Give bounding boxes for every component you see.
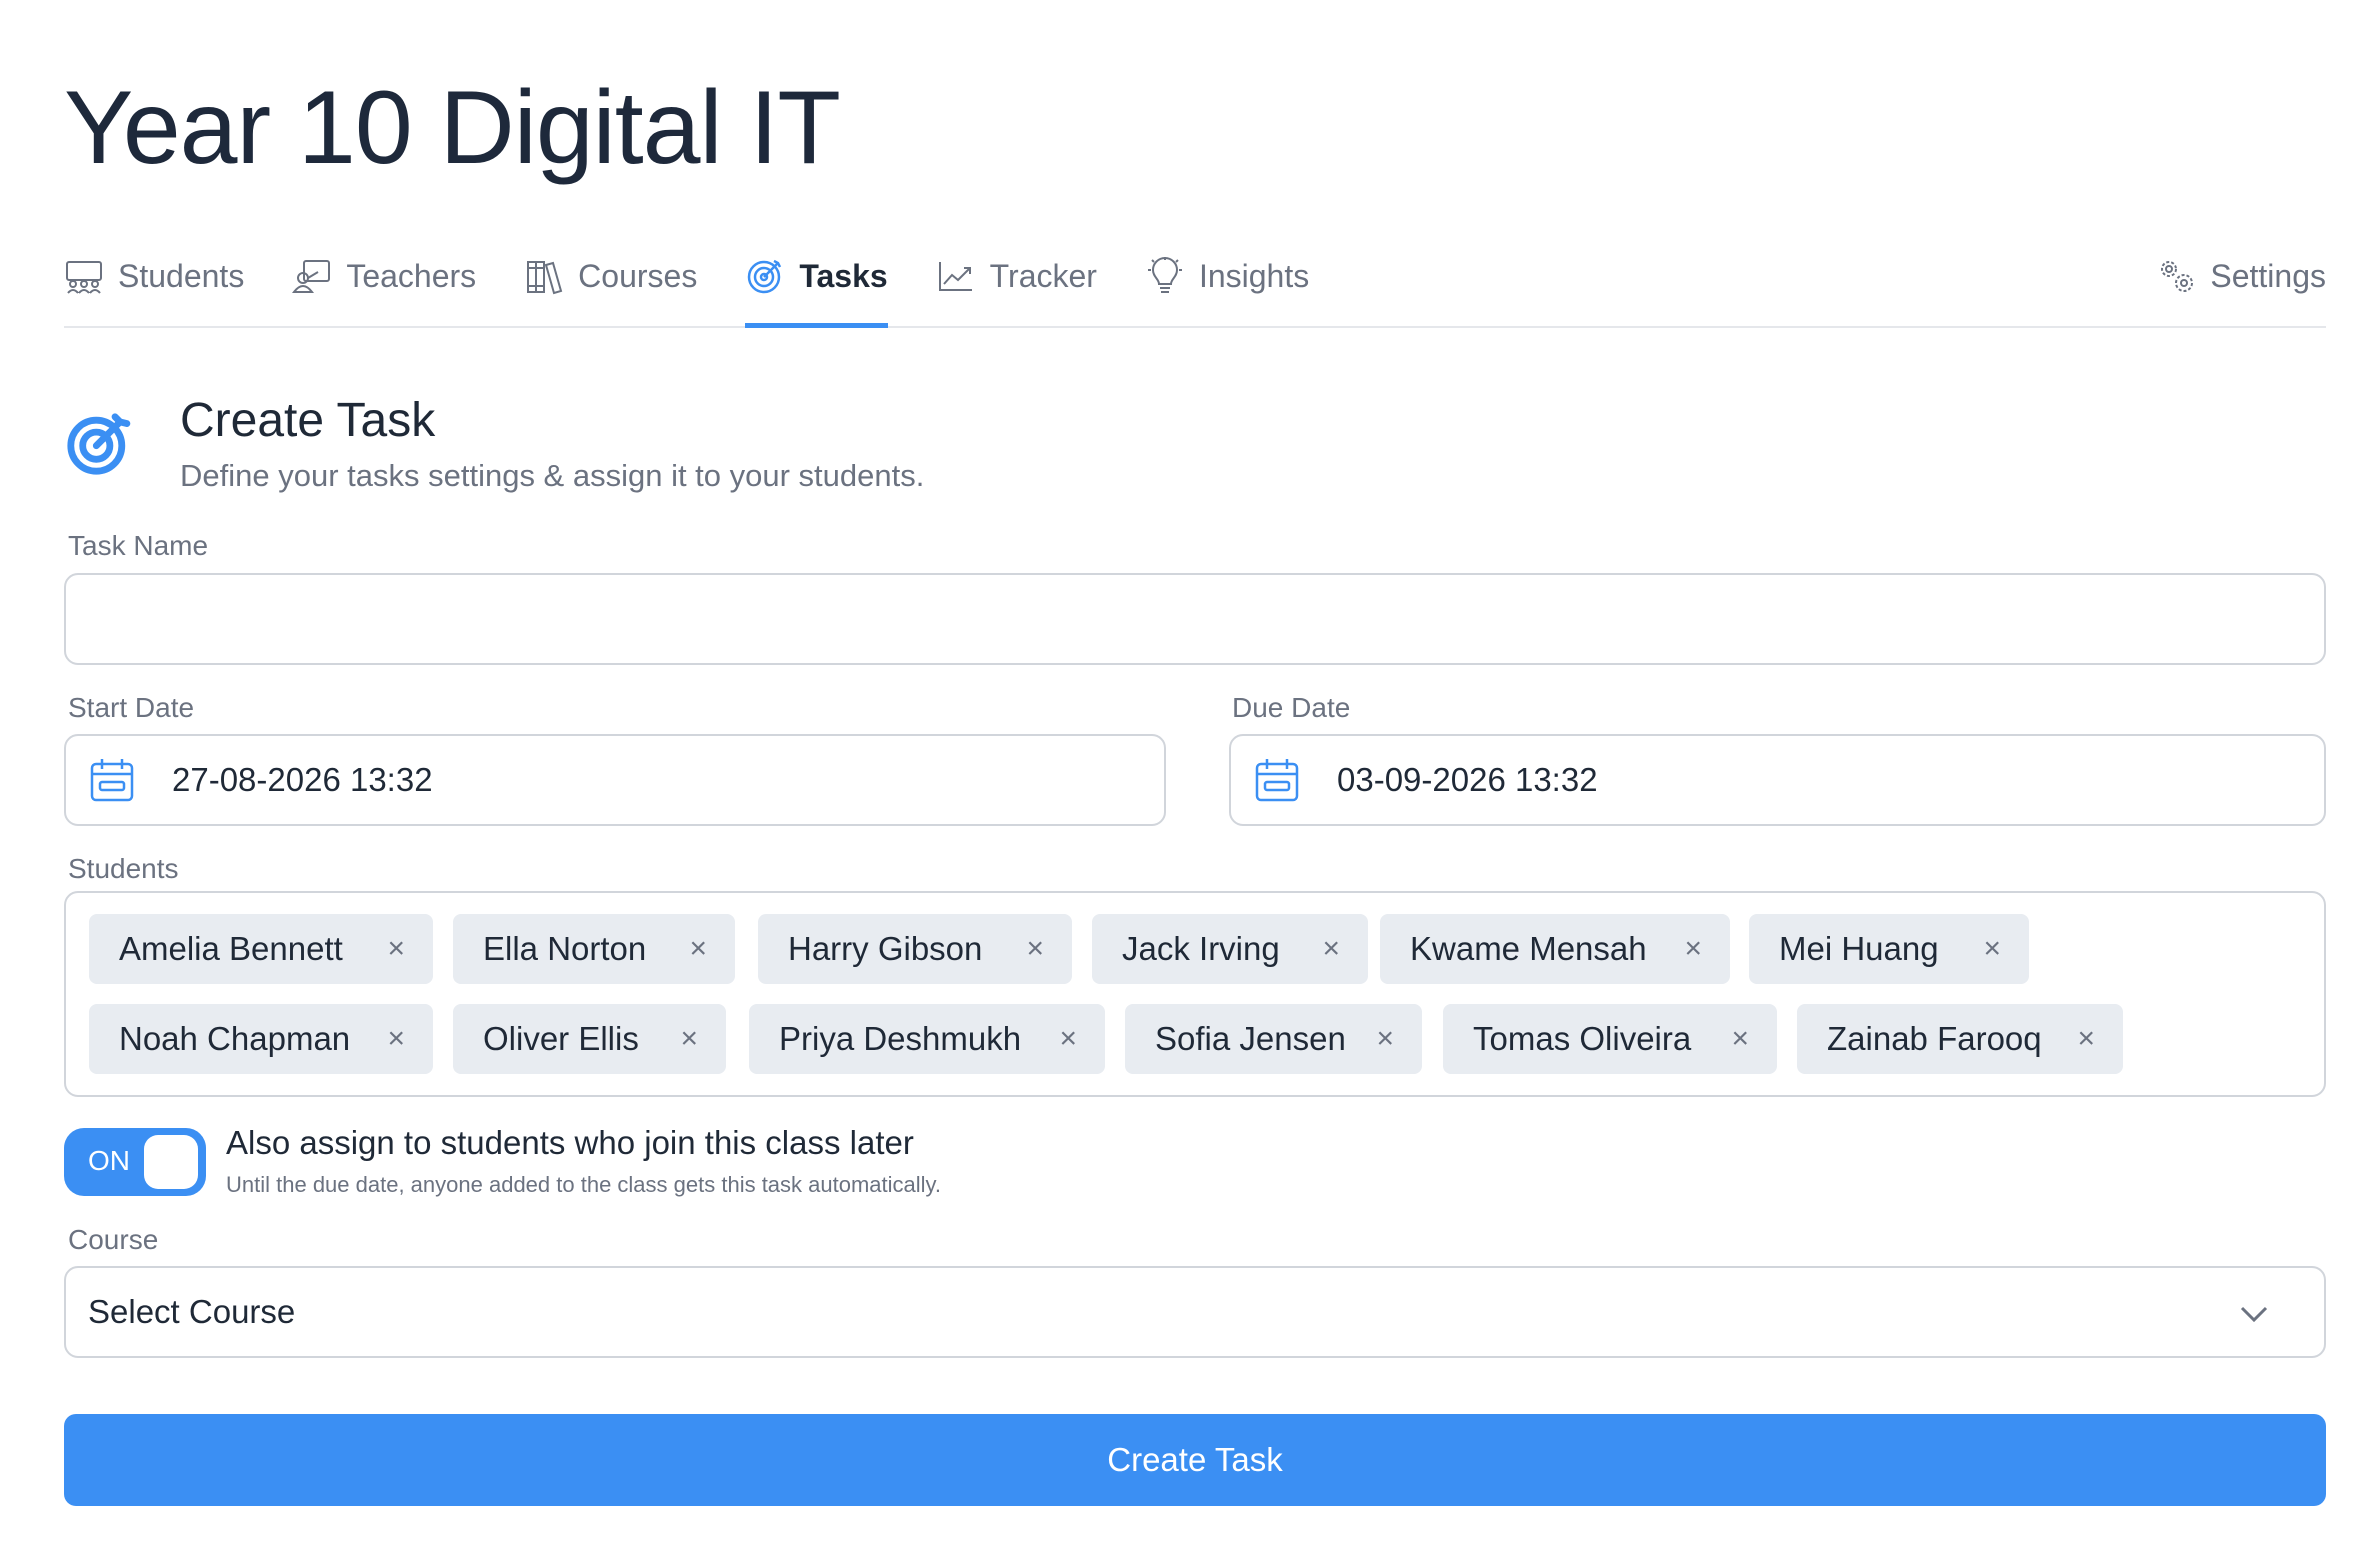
due-date-label: Due Date — [1232, 692, 1351, 723]
student-chip: Zainab Farooq × — [1797, 1004, 2123, 1074]
tab-settings[interactable]: Settings — [2156, 248, 2326, 326]
remove-chip-button[interactable]: × — [680, 1022, 698, 1056]
remove-chip-button[interactable]: × — [1983, 932, 2001, 966]
tab-tracker[interactable]: Tracker — [936, 248, 1097, 326]
form-header: Create Task Define your tasks settings &… — [64, 392, 924, 494]
tab-label: Teachers — [346, 257, 477, 294]
student-chip: Ella Norton × — [453, 914, 735, 984]
student-chip: Kwame Mensah × — [1380, 914, 1730, 984]
tab-courses[interactable]: Courses — [524, 248, 697, 326]
auto-assign-help: Until the due date, anyone added to the … — [226, 1172, 942, 1197]
student-chip: Amelia Bennett × — [89, 914, 433, 984]
start-date-input[interactable]: 27-08-2026 13:32 — [64, 734, 1166, 826]
course-label: Course — [68, 1224, 159, 1255]
chip-label: Ella Norton — [483, 930, 647, 967]
student-chip: Oliver Ellis × — [453, 1004, 726, 1074]
form-subtitle: Define your tasks settings & assign it t… — [180, 457, 925, 493]
lightbulb-icon — [1147, 257, 1182, 293]
chip-label: Harry Gibson — [788, 930, 983, 967]
remove-chip-button[interactable]: × — [1322, 932, 1340, 966]
class-tabs: Students Teachers Courses Tasks Tracker … — [64, 248, 2326, 328]
tab-label: Settings — [2210, 257, 2326, 294]
tab-label: Tracker — [989, 257, 1097, 294]
remove-chip-button[interactable]: × — [387, 932, 405, 966]
auto-assign-toggle[interactable]: ON — [64, 1128, 206, 1196]
course-select[interactable]: Select Course — [64, 1266, 2326, 1358]
books-icon — [527, 261, 563, 295]
tab-label: Courses — [578, 257, 698, 294]
create-task-button[interactable]: Create Task — [64, 1414, 2326, 1506]
task-name-label: Task Name — [68, 530, 209, 561]
students-multiselect[interactable]: Amelia Bennett × Ella Norton × Harry Gib… — [64, 891, 2326, 1097]
chip-label: Priya Deshmukh — [779, 1020, 1022, 1057]
tab-label: Tasks — [799, 257, 888, 294]
start-date-label: Start Date — [68, 692, 195, 723]
tab-tasks[interactable]: Tasks — [745, 248, 889, 328]
page-title: Year 10 Digital IT — [64, 70, 841, 186]
chip-label: Noah Chapman — [119, 1020, 351, 1057]
chip-label: Jack Irving — [1122, 930, 1280, 967]
remove-chip-button[interactable]: × — [2077, 1022, 2095, 1056]
chip-label: Tomas Oliveira — [1473, 1020, 1692, 1057]
tab-label: Insights — [1198, 257, 1310, 294]
toggle-state-label: ON — [88, 1145, 130, 1176]
chart-line-icon — [938, 262, 972, 291]
tab-insights[interactable]: Insights — [1145, 248, 1309, 326]
calendar-icon — [1255, 759, 1299, 802]
start-date-value: 27-08-2026 13:32 — [172, 761, 433, 798]
students-icon — [66, 261, 102, 294]
remove-chip-button[interactable]: × — [1059, 1022, 1077, 1056]
due-date-value: 03-09-2026 13:32 — [1337, 761, 1598, 798]
student-chip: Harry Gibson × — [758, 914, 1072, 984]
student-chip: Sofia Jensen × — [1125, 1004, 1422, 1074]
create-task-page: Year 10 Digital IT Students Teachers Cou… — [0, 0, 2380, 1562]
student-chip: Priya Deshmukh × — [749, 1004, 1105, 1074]
remove-chip-button[interactable]: × — [689, 932, 707, 966]
chip-label: Oliver Ellis — [483, 1020, 639, 1057]
student-chip: Mei Huang × — [1749, 914, 2029, 984]
teacher-icon — [292, 260, 331, 293]
tab-label: Students — [118, 257, 245, 294]
toggle-knob — [144, 1135, 198, 1189]
target-icon — [748, 259, 782, 294]
remove-chip-button[interactable]: × — [1376, 1022, 1394, 1056]
form-title: Create Task — [180, 394, 436, 447]
student-chip: Jack Irving × — [1092, 914, 1368, 984]
chip-label: Kwame Mensah — [1410, 930, 1647, 967]
task-name-input[interactable] — [64, 573, 2326, 665]
auto-assign-title: Also assign to students who join this cl… — [226, 1124, 914, 1161]
remove-chip-button[interactable]: × — [1026, 932, 1044, 966]
remove-chip-button[interactable]: × — [1684, 932, 1702, 966]
chip-label: Amelia Bennett — [119, 930, 343, 967]
remove-chip-button[interactable]: × — [1731, 1022, 1749, 1056]
tab-teachers[interactable]: Teachers — [292, 248, 476, 326]
chevron-down-icon — [2240, 1306, 2268, 1323]
due-date-input[interactable]: 03-09-2026 13:32 — [1229, 734, 2326, 826]
student-chip: Tomas Oliveira × — [1443, 1004, 1777, 1074]
student-chip: Noah Chapman × — [89, 1004, 433, 1074]
calendar-icon — [90, 759, 134, 802]
chip-label: Sofia Jensen — [1155, 1020, 1346, 1057]
chip-label: Mei Huang — [1779, 930, 1939, 967]
gears-icon — [2161, 261, 2194, 292]
chip-label: Zainab Farooq — [1827, 1020, 2042, 1057]
tab-students[interactable]: Students — [64, 248, 244, 326]
remove-chip-button[interactable]: × — [387, 1022, 405, 1056]
course-select-value: Select Course — [88, 1293, 296, 1330]
students-label: Students — [68, 853, 179, 884]
target-icon — [64, 392, 132, 494]
